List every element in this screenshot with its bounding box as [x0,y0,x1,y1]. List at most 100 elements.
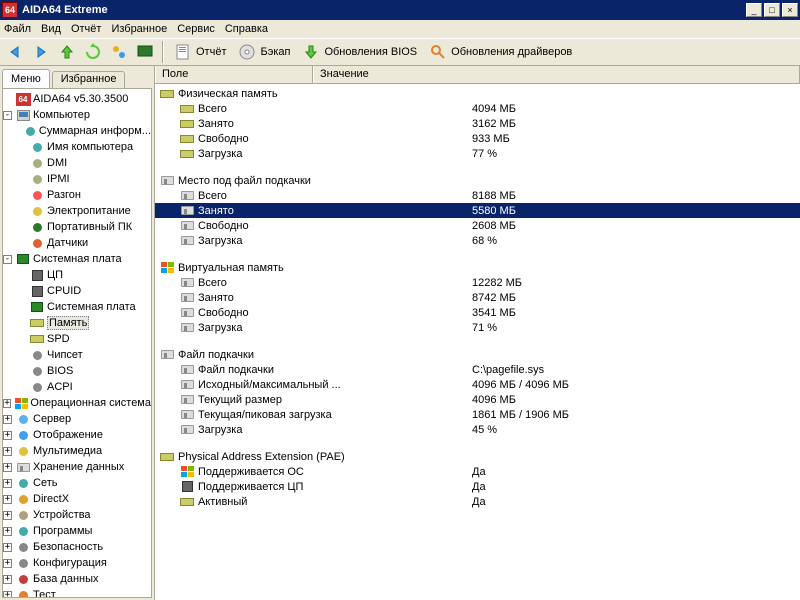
tree-toggle[interactable]: + [3,495,12,504]
tree-directx[interactable]: +DirectX [3,491,151,507]
tree-computer-child[interactable]: Датчики [3,235,151,251]
list-row[interactable]: Всего8188 МБ [155,188,800,203]
tree-config[interactable]: +Конфигурация [3,555,151,571]
tree-mb-child[interactable]: BIOS [3,363,151,379]
menu-help[interactable]: Справка [225,23,268,35]
tree-toggle[interactable]: + [3,527,12,536]
list-body[interactable]: Физическая памятьВсего4094 МБЗанято3162 … [155,84,800,600]
group-header[interactable]: Физическая память [155,86,800,101]
tree-computer-child[interactable]: Разгон [3,187,151,203]
list-row[interactable]: Занято3162 МБ [155,116,800,131]
tree-multimedia[interactable]: +Мультимедиа [3,443,151,459]
tree-toggle[interactable]: - [3,255,12,264]
list-row[interactable]: Свободно3541 МБ [155,305,800,320]
drive-icon [179,408,195,421]
group-header[interactable]: Файл подкачки [155,347,800,362]
list-row[interactable]: Свободно933 МБ [155,131,800,146]
tab-favorites[interactable]: Избранное [52,71,126,88]
tree-computer-child[interactable]: Портативный ПК [3,219,151,235]
tree-test[interactable]: +Тест [3,587,151,598]
close-button[interactable]: × [782,3,798,17]
list-row[interactable]: Занято5580 МБ [155,203,800,218]
list-row[interactable]: Всего12282 МБ [155,275,800,290]
group-header[interactable]: Место под файл подкачки [155,173,800,188]
tree-toggle[interactable]: + [3,479,12,488]
menu-favorites[interactable]: Избранное [111,23,167,35]
report-button[interactable]: Отчёт [170,41,230,63]
tree-motherboard[interactable]: -Системная плата [3,251,151,267]
tree-toggle[interactable]: + [3,575,12,584]
tree-mb-child[interactable]: Память [3,315,151,331]
list-row[interactable]: Занято8742 МБ [155,290,800,305]
tree-mb-child[interactable]: SPD [3,331,151,347]
column-value[interactable]: Значение [313,66,800,83]
refresh-button[interactable] [82,41,104,63]
group-title: Виртуальная память [178,262,472,274]
tree-toggle[interactable]: + [3,559,12,568]
tree-mb-child[interactable]: Системная плата [3,299,151,315]
tree-devices[interactable]: +Устройства [3,507,151,523]
list-row[interactable]: Загрузка71 % [155,320,800,335]
tree-computer-child[interactable]: IPMI [3,171,151,187]
tree-toggle[interactable]: + [3,431,12,440]
tree-toggle[interactable]: + [3,447,12,456]
tree-security[interactable]: +Безопасность [3,539,151,555]
tab-menu[interactable]: Меню [2,69,50,88]
tree-root[interactable]: 64AIDA64 v5.30.3500 [3,91,151,107]
tree-toggle[interactable]: - [3,111,12,120]
bios-update-button[interactable]: Обновления BIOS [298,41,421,63]
tree-computer-child[interactable]: Суммарная информ... [3,123,151,139]
list-row[interactable]: Загрузка68 % [155,233,800,248]
tree-programs[interactable]: +Программы [3,523,151,539]
driver-update-button[interactable]: Обновления драйверов [425,41,576,63]
back-button[interactable] [4,41,26,63]
tree-computer[interactable]: -Компьютер [3,107,151,123]
list-row[interactable]: Поддерживается ЦПДа [155,479,800,494]
report-icon-button[interactable] [108,41,130,63]
tree-server[interactable]: +Сервер [3,411,151,427]
tree-database[interactable]: +База данных [3,571,151,587]
tree-toggle[interactable]: + [3,511,12,520]
list-row[interactable]: Исходный/максимальный ...4096 МБ / 4096 … [155,377,800,392]
menu-view[interactable]: Вид [41,23,61,35]
tree-toggle[interactable]: + [3,415,12,424]
menu-file[interactable]: Файл [4,23,31,35]
tree-display[interactable]: +Отображение [3,427,151,443]
tree-os[interactable]: +Операционная система [3,395,151,411]
menu-report[interactable]: Отчёт [71,23,101,35]
backup-button[interactable]: Бэкап [234,41,294,63]
column-field[interactable]: Поле [155,66,313,83]
tree-toggle[interactable]: + [3,591,12,599]
tree-view[interactable]: 64AIDA64 v5.30.3500-КомпьютерСуммарная и… [2,88,152,598]
tree-computer-child[interactable]: Имя компьютера [3,139,151,155]
list-row[interactable]: Загрузка77 % [155,146,800,161]
group-header[interactable]: Виртуальная память [155,260,800,275]
minimize-button[interactable]: _ [746,3,762,17]
tree-mb-child[interactable]: CPUID [3,283,151,299]
tree-toggle[interactable]: + [3,399,11,408]
tree-computer-child[interactable]: Электропитание [3,203,151,219]
tree-computer-child[interactable]: DMI [3,155,151,171]
tree-toggle[interactable]: + [3,543,12,552]
list-row[interactable]: Свободно2608 МБ [155,218,800,233]
list-row[interactable]: АктивныйДа [155,494,800,509]
menu-service[interactable]: Сервис [177,23,215,35]
group-header[interactable]: Physical Address Extension (PAE) [155,449,800,464]
forward-button[interactable] [30,41,52,63]
tree-toggle[interactable]: + [3,463,12,472]
tree-mb-child[interactable]: Чипсет [3,347,151,363]
list-row[interactable]: Поддерживается ОСДа [155,464,800,479]
tree-network[interactable]: +Сеть [3,475,151,491]
list-row[interactable]: Текущая/пиковая загрузка1861 МБ / 1906 М… [155,407,800,422]
list-row[interactable]: Файл подкачкиC:\pagefile.sys [155,362,800,377]
tree-mb-child[interactable]: ЦП [3,267,151,283]
motherboard-icon [29,300,45,314]
list-row[interactable]: Текущий размер4096 МБ [155,392,800,407]
tree-mb-child[interactable]: ACPI [3,379,151,395]
tree-storage[interactable]: +Хранение данных [3,459,151,475]
list-row[interactable]: Загрузка45 % [155,422,800,437]
maximize-button[interactable]: □ [764,3,780,17]
up-button[interactable] [56,41,78,63]
monitor-icon-button[interactable] [134,41,156,63]
list-row[interactable]: Всего4094 МБ [155,101,800,116]
